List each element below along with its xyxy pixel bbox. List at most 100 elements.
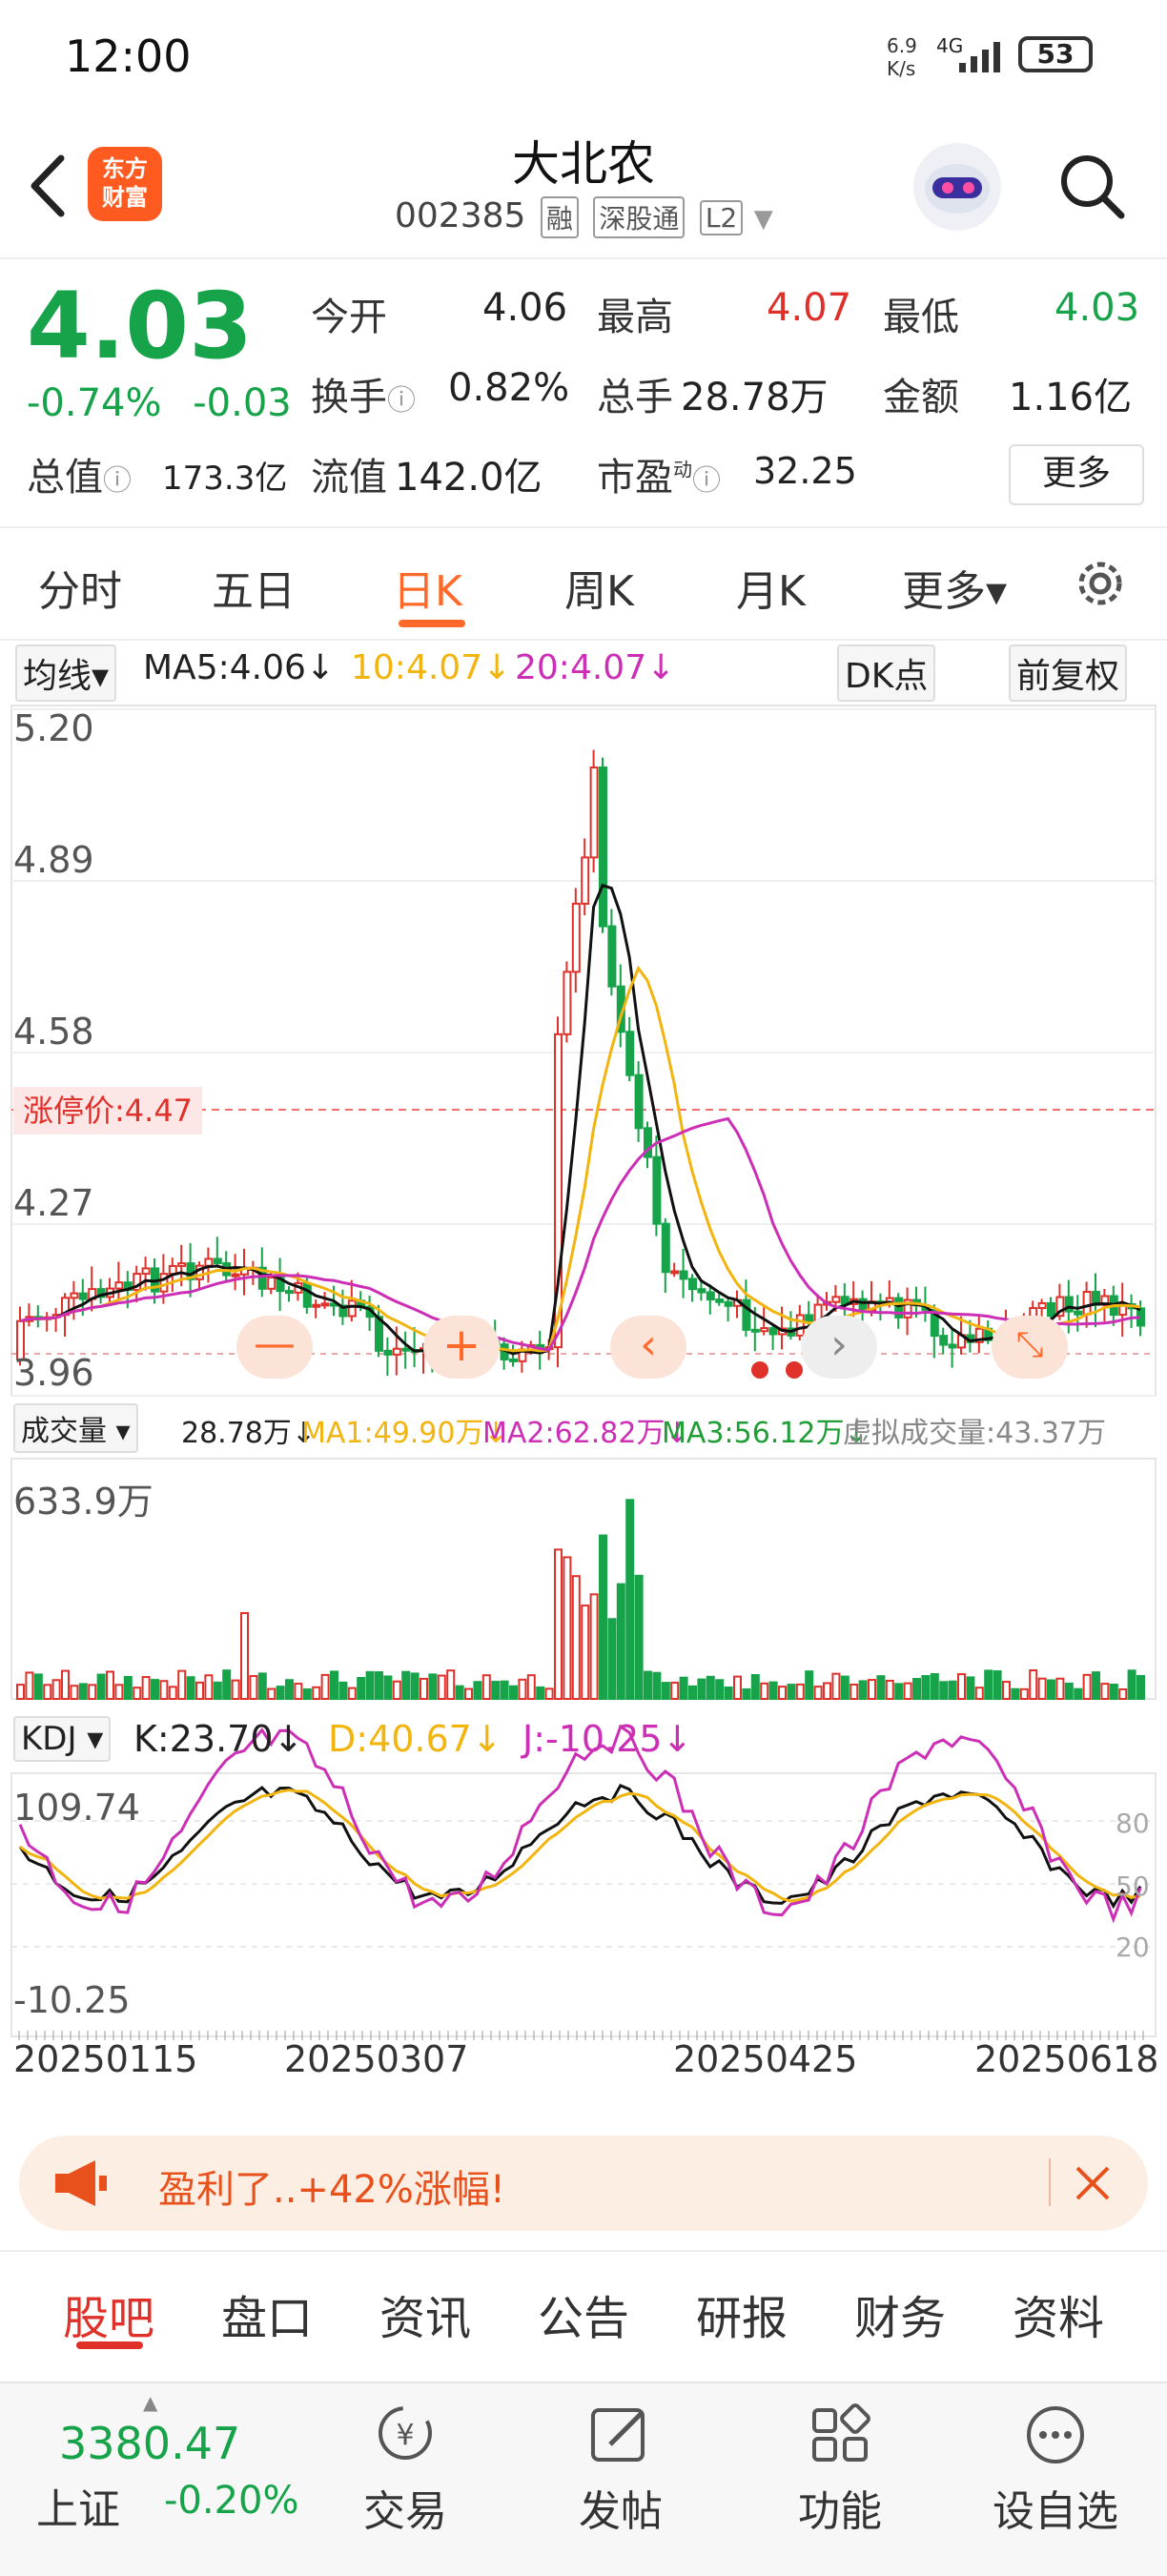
trade-button[interactable]: ¥ 交易 xyxy=(353,2402,458,2555)
function-button[interactable]: 功能 xyxy=(788,2402,892,2555)
candle-body xyxy=(768,1327,778,1336)
volume-bar xyxy=(43,1684,52,1701)
volume-bar xyxy=(939,1681,949,1701)
ma-selector[interactable]: 均线▾ xyxy=(15,644,117,702)
tab-profile[interactable]: 资料 xyxy=(1013,2280,1104,2347)
candle-body xyxy=(795,1314,805,1337)
volume-bar xyxy=(204,1674,214,1701)
zoom-in-button[interactable]: + xyxy=(423,1316,500,1379)
candle-body xyxy=(607,925,617,988)
candle-body xyxy=(204,1257,214,1267)
volume-bar xyxy=(231,1679,240,1701)
price-axis-label: 3.96 xyxy=(13,1352,94,1394)
more-button[interactable]: 更多 xyxy=(1009,444,1144,505)
net-speed: 6.9 K/s xyxy=(887,34,917,80)
grid-icon xyxy=(812,2403,870,2462)
volume-bar xyxy=(401,1670,411,1700)
stock-code-line[interactable]: 002385 融 深股通 L2 ▼ xyxy=(395,196,773,238)
volume-bar xyxy=(652,1671,662,1701)
pe-label[interactable]: 市盈动ⓘ xyxy=(597,446,721,501)
info-icon: ⓘ xyxy=(103,464,132,498)
volume-bar xyxy=(186,1676,195,1701)
post-button[interactable]: 发帖 xyxy=(568,2402,673,2555)
turnover-label[interactable]: 换手ⓘ xyxy=(311,366,416,421)
volume-bar xyxy=(106,1670,114,1700)
tab-five-day[interactable]: 五日 xyxy=(212,557,296,618)
volume-bar xyxy=(1064,1682,1074,1700)
banner-text: 盈利了..+42%涨幅! xyxy=(158,2168,505,2212)
assistant-robot-icon[interactable] xyxy=(913,143,1001,231)
tab-announcements[interactable]: 公告 xyxy=(538,2280,629,2347)
candle-body xyxy=(114,1281,124,1290)
info-icon: ⓘ xyxy=(692,464,721,498)
scroll-left-button[interactable]: ‹ xyxy=(610,1316,686,1379)
tab-research[interactable]: 研报 xyxy=(696,2280,788,2347)
edit-icon xyxy=(591,2408,645,2462)
scroll-right-button[interactable]: › xyxy=(801,1316,877,1379)
candle-body xyxy=(724,1300,733,1307)
volume-bar xyxy=(1127,1669,1136,1700)
date-label: 20250115 xyxy=(13,2038,198,2080)
volume-bar xyxy=(88,1684,97,1700)
gear-icon[interactable] xyxy=(1072,555,1129,612)
search-icon[interactable] xyxy=(1058,153,1125,219)
signal-icon xyxy=(959,42,1000,72)
volume-bar xyxy=(222,1669,232,1701)
tab-finance[interactable]: 财务 xyxy=(854,2280,946,2347)
volume-bar xyxy=(536,1686,545,1701)
volume-bar xyxy=(509,1685,518,1701)
volume-bar xyxy=(1109,1684,1118,1700)
kdj-selector[interactable]: KDJ ▾ xyxy=(13,1716,112,1762)
volume-bar xyxy=(240,1612,249,1700)
info-tabs: 股吧 盘口 资讯 公告 研报 财务 资料 xyxy=(0,2250,1167,2366)
high-label: 最高 xyxy=(597,296,673,339)
status-bar: 12:00 6.9 K/s 4G 53 xyxy=(0,0,1167,114)
volume-bar xyxy=(1074,1687,1083,1701)
volume-bar xyxy=(249,1675,258,1701)
volume-bar xyxy=(410,1672,420,1701)
promo-banner[interactable]: 盈利了..+42%涨幅! xyxy=(19,2136,1148,2231)
tab-pankou[interactable]: 盘口 xyxy=(221,2280,313,2347)
tab-monthly-k[interactable]: 月K xyxy=(736,557,806,618)
candle-body xyxy=(750,1328,760,1333)
megaphone-icon xyxy=(55,2160,107,2206)
open-value: 4.06 xyxy=(482,286,568,330)
zoom-out-button[interactable]: — xyxy=(236,1316,313,1379)
volume-bar xyxy=(1118,1687,1128,1701)
volume-bar xyxy=(526,1674,536,1701)
change-percent: -0.74% xyxy=(27,381,162,425)
volume-indicator-bar: 成交量 ▾ 28.78万↓ MA1:49.90万↓ MA2:62.82万↓ MA… xyxy=(0,1400,1167,1457)
candle-body xyxy=(679,1270,688,1280)
tab-more[interactable]: 更多▾ xyxy=(902,557,1007,618)
volume-selector[interactable]: 成交量 ▾ xyxy=(13,1403,138,1453)
tab-intraday[interactable]: 分时 xyxy=(38,557,122,618)
volume-bar xyxy=(491,1681,501,1701)
volume-value: 28.78万 xyxy=(681,376,829,419)
close-icon[interactable] xyxy=(1074,2164,1112,2202)
dk-point-button[interactable]: DK点 xyxy=(837,644,936,702)
tab-weekly-k[interactable]: 周K xyxy=(564,557,634,618)
volume-bar xyxy=(571,1575,581,1700)
add-watchlist-button[interactable]: 设自选 xyxy=(984,2402,1127,2555)
candle-body xyxy=(589,767,599,859)
adjust-button[interactable]: 前复权 xyxy=(1009,644,1128,702)
tag-l2: L2 xyxy=(699,199,744,235)
volume-bar xyxy=(957,1673,966,1701)
trade-icon: ¥ xyxy=(379,2406,432,2460)
tab-daily-k[interactable]: 日K xyxy=(393,557,462,618)
volume-bar xyxy=(616,1583,625,1701)
volume-bar xyxy=(455,1685,464,1700)
volume-bar xyxy=(563,1556,572,1700)
date-label: 20250425 xyxy=(673,2038,858,2080)
tab-guba[interactable]: 股吧 xyxy=(63,2280,154,2347)
volume-bar xyxy=(697,1678,706,1701)
total-value-label[interactable]: 总值ⓘ xyxy=(27,446,132,501)
volume-bar xyxy=(338,1681,348,1700)
kdj-d: D:40.67↓ xyxy=(328,1718,502,1760)
expand-arrow-icon[interactable]: ▲ xyxy=(143,2391,157,2414)
kdj-tick: 80 xyxy=(1116,1808,1150,1839)
candle-body xyxy=(70,1292,79,1299)
volume-bar xyxy=(320,1673,330,1700)
tab-news[interactable]: 资讯 xyxy=(379,2280,471,2347)
fullscreen-icon[interactable]: ⤡ xyxy=(992,1316,1068,1379)
